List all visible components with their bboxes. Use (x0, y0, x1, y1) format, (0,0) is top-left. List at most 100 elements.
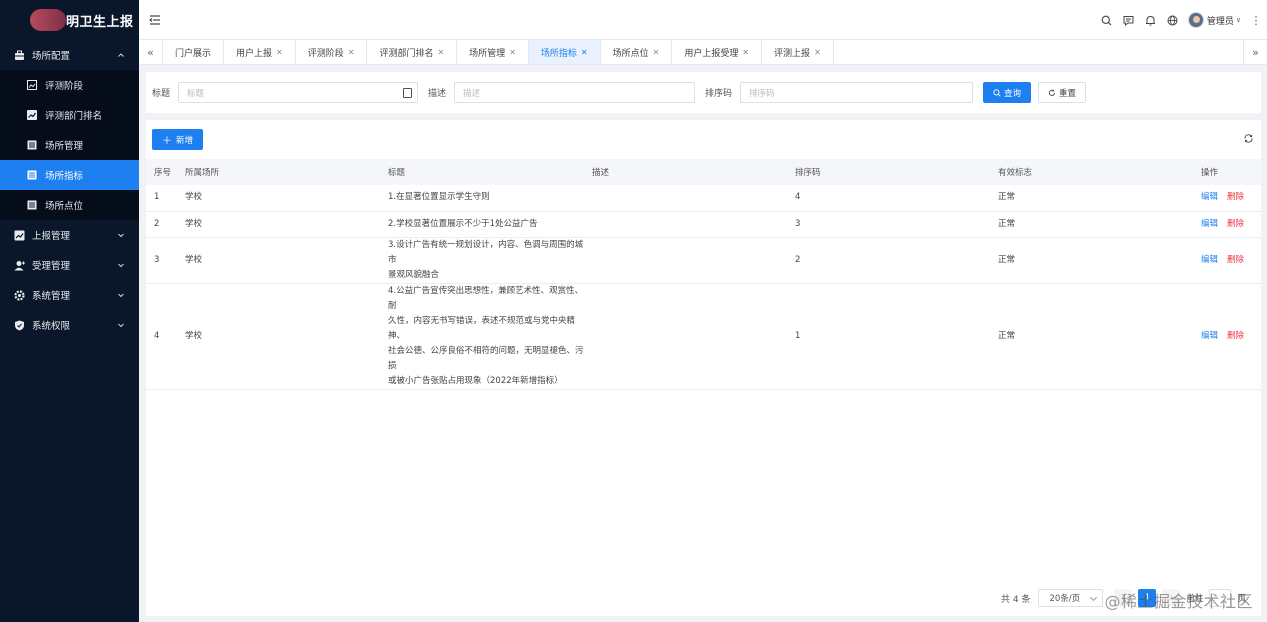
menu-fold-icon[interactable] (148, 13, 162, 27)
document-icon (27, 140, 37, 150)
tab-label: 评测阶段 (307, 48, 344, 59)
desc-label: 描述 (428, 89, 447, 99)
close-icon[interactable]: ✕ (581, 48, 588, 57)
tab-user-report[interactable]: 用户上报 ✕ (224, 40, 296, 64)
tabs-bar: « 门户展示 用户上报 ✕ 评测阶段 ✕ 评测部门排名 ✕ 场所管理 ✕ 场所指标 ✕ 场… (139, 40, 1267, 65)
main-panel: ＋ 新增 序号 所属场所 标题 描述 排序码 有效标志 操作 1 学校 1.在显… (146, 120, 1261, 616)
cell-place: 学校 (177, 185, 380, 212)
tabs-scroll-right-icon[interactable]: » (1243, 40, 1267, 64)
close-icon[interactable]: ✕ (653, 48, 660, 57)
search-icon[interactable] (1096, 0, 1118, 40)
avatar[interactable] (1187, 12, 1204, 28)
message-icon[interactable] (1118, 0, 1140, 40)
edit-link[interactable]: 编辑 (1201, 219, 1218, 229)
sidebar-item-place-indicator[interactable]: 场所指标 (0, 160, 139, 190)
logo-mark (30, 9, 66, 31)
chevron-down-icon (118, 263, 124, 268)
sidebar-item-label: 评测阶段 (45, 81, 84, 92)
close-icon[interactable]: ✕ (814, 48, 821, 57)
edit-link[interactable]: 编辑 (1201, 255, 1218, 265)
column-header: 排序码 (787, 159, 990, 185)
sidebar-item-place-point[interactable]: 场所点位 (0, 190, 139, 220)
sort-input[interactable]: 排序码 (740, 82, 974, 103)
tab-label: 门户展示 (175, 48, 212, 59)
cell-sort: 2 (787, 237, 990, 284)
reset-button[interactable]: 重置 (1038, 82, 1087, 103)
delete-link[interactable]: 删除 (1227, 255, 1244, 265)
tab-label: 评测部门排名 (379, 48, 434, 59)
edit-link[interactable]: 编辑 (1201, 331, 1218, 341)
close-icon[interactable]: ✕ (276, 48, 283, 57)
cell-place: 学校 (177, 237, 380, 284)
tab-user-report-accept[interactable]: 用户上报受理 ✕ (672, 40, 763, 64)
document-icon[interactable] (403, 88, 413, 98)
add-button[interactable]: ＋ 新增 (152, 129, 203, 150)
tab-dept-rank[interactable]: 评测部门排名 ✕ (367, 40, 458, 64)
tabs-scroll-left-icon[interactable]: « (139, 40, 163, 64)
query-button[interactable]: 查询 (983, 82, 1032, 103)
search-icon (993, 88, 1001, 97)
user-name[interactable]: 管理员 (1207, 14, 1234, 27)
tab-eval-report[interactable]: 评测上报 ✕ (762, 40, 834, 64)
globe-icon[interactable] (1162, 0, 1184, 40)
sidebar-group-label: 场所配置 (32, 51, 71, 62)
refresh-icon[interactable] (1243, 133, 1254, 144)
cell-no: 1 (146, 185, 177, 212)
sidebar-group-place-config[interactable]: 场所配置 (0, 40, 139, 70)
close-icon[interactable]: ✕ (742, 48, 749, 57)
tab-eval-stage[interactable]: 评测阶段 ✕ (296, 40, 368, 64)
tab-place-manage[interactable]: 场所管理 ✕ (457, 40, 529, 64)
search-panel: 标题 标题 描述 描述 排序码 排序码 查询 重置 (146, 72, 1261, 113)
table-header-row: 序号 所属场所 标题 描述 排序码 有效标志 操作 (146, 159, 1261, 185)
sidebar-group-accept-manage[interactable]: 受理管理 (0, 250, 139, 280)
tab-place-point[interactable]: 场所点位 ✕ (601, 40, 673, 64)
edit-link[interactable]: 编辑 (1201, 192, 1218, 202)
cell-actions: 编辑 删除 (1193, 185, 1261, 212)
delete-link[interactable]: 删除 (1227, 219, 1244, 229)
sidebar-group-report-manage[interactable]: 上报管理 (0, 220, 139, 250)
chevron-down-icon (118, 293, 124, 298)
tab-portal[interactable]: 门户展示 (163, 40, 225, 64)
close-icon[interactable]: ✕ (437, 48, 444, 57)
gear-icon (14, 289, 25, 301)
sidebar-group-system-manage[interactable]: 系统管理 (0, 280, 139, 310)
cell-actions: 编辑 删除 (1193, 237, 1261, 284)
page-size-select[interactable]: 20条/页 (1038, 589, 1104, 607)
column-header: 有效标志 (990, 159, 1193, 185)
tab-place-indicator[interactable]: 场所指标 ✕ (528, 40, 601, 64)
title-line: 景观风貌融合 (388, 269, 440, 280)
close-icon[interactable]: ✕ (348, 48, 355, 57)
close-icon[interactable]: ✕ (509, 48, 516, 57)
sidebar-item-eval-stage[interactable]: 评测阶段 (0, 70, 139, 100)
cell-actions: 编辑 删除 (1193, 283, 1261, 390)
cell-sort: 1 (787, 283, 990, 390)
delete-link[interactable]: 删除 (1227, 331, 1244, 341)
top-header: 管理员 ∨ ⋮ (139, 0, 1267, 40)
cell-place: 学校 (177, 211, 380, 238)
title-input[interactable]: 标题 (178, 82, 419, 103)
cell-status: 正常 (990, 283, 1193, 390)
sidebar-item-label: 场所点位 (45, 201, 84, 212)
pagination-total: 共 4 条 (1001, 594, 1031, 605)
sidebar-item-dept-rank[interactable]: 评测部门排名 (0, 100, 139, 130)
title-placeholder: 标题 (187, 88, 205, 99)
chevron-down-icon[interactable]: ∨ (1236, 16, 1241, 24)
title-line: 社会公德、公序良俗不相符的问题，无明显褪色、污损 (388, 345, 584, 371)
tab-label: 评测上报 (774, 48, 811, 59)
title-line: 4.公益广告宣传突出思想性，兼顾艺术性、观赏性、耐 (388, 285, 584, 311)
more-vertical-icon[interactable]: ⋮ (1249, 0, 1263, 40)
cell-title: 4.公益广告宣传突出思想性，兼顾艺术性、观赏性、耐 久性，内容无书写错误，表述不… (380, 283, 584, 390)
watermark: @稀土掘金技术社区 (1104, 592, 1253, 611)
desc-input[interactable]: 描述 (454, 82, 696, 103)
sort-placeholder: 排序码 (749, 88, 775, 99)
title-label: 标题 (152, 89, 171, 99)
sidebar: 明卫生上报 场所配置 评测阶段 评测部门排名 场所管理 场所指标 场所点位 上报… (0, 0, 139, 622)
delete-link[interactable]: 删除 (1227, 192, 1244, 202)
cell-actions: 编辑 删除 (1193, 211, 1261, 238)
sidebar-group-system-permission[interactable]: 系统权限 (0, 310, 139, 340)
cell-desc (584, 211, 787, 238)
trend-chart-icon (14, 230, 25, 241)
sidebar-item-place-manage[interactable]: 场所管理 (0, 130, 139, 160)
bell-icon[interactable] (1140, 0, 1162, 40)
cell-desc (584, 283, 787, 390)
